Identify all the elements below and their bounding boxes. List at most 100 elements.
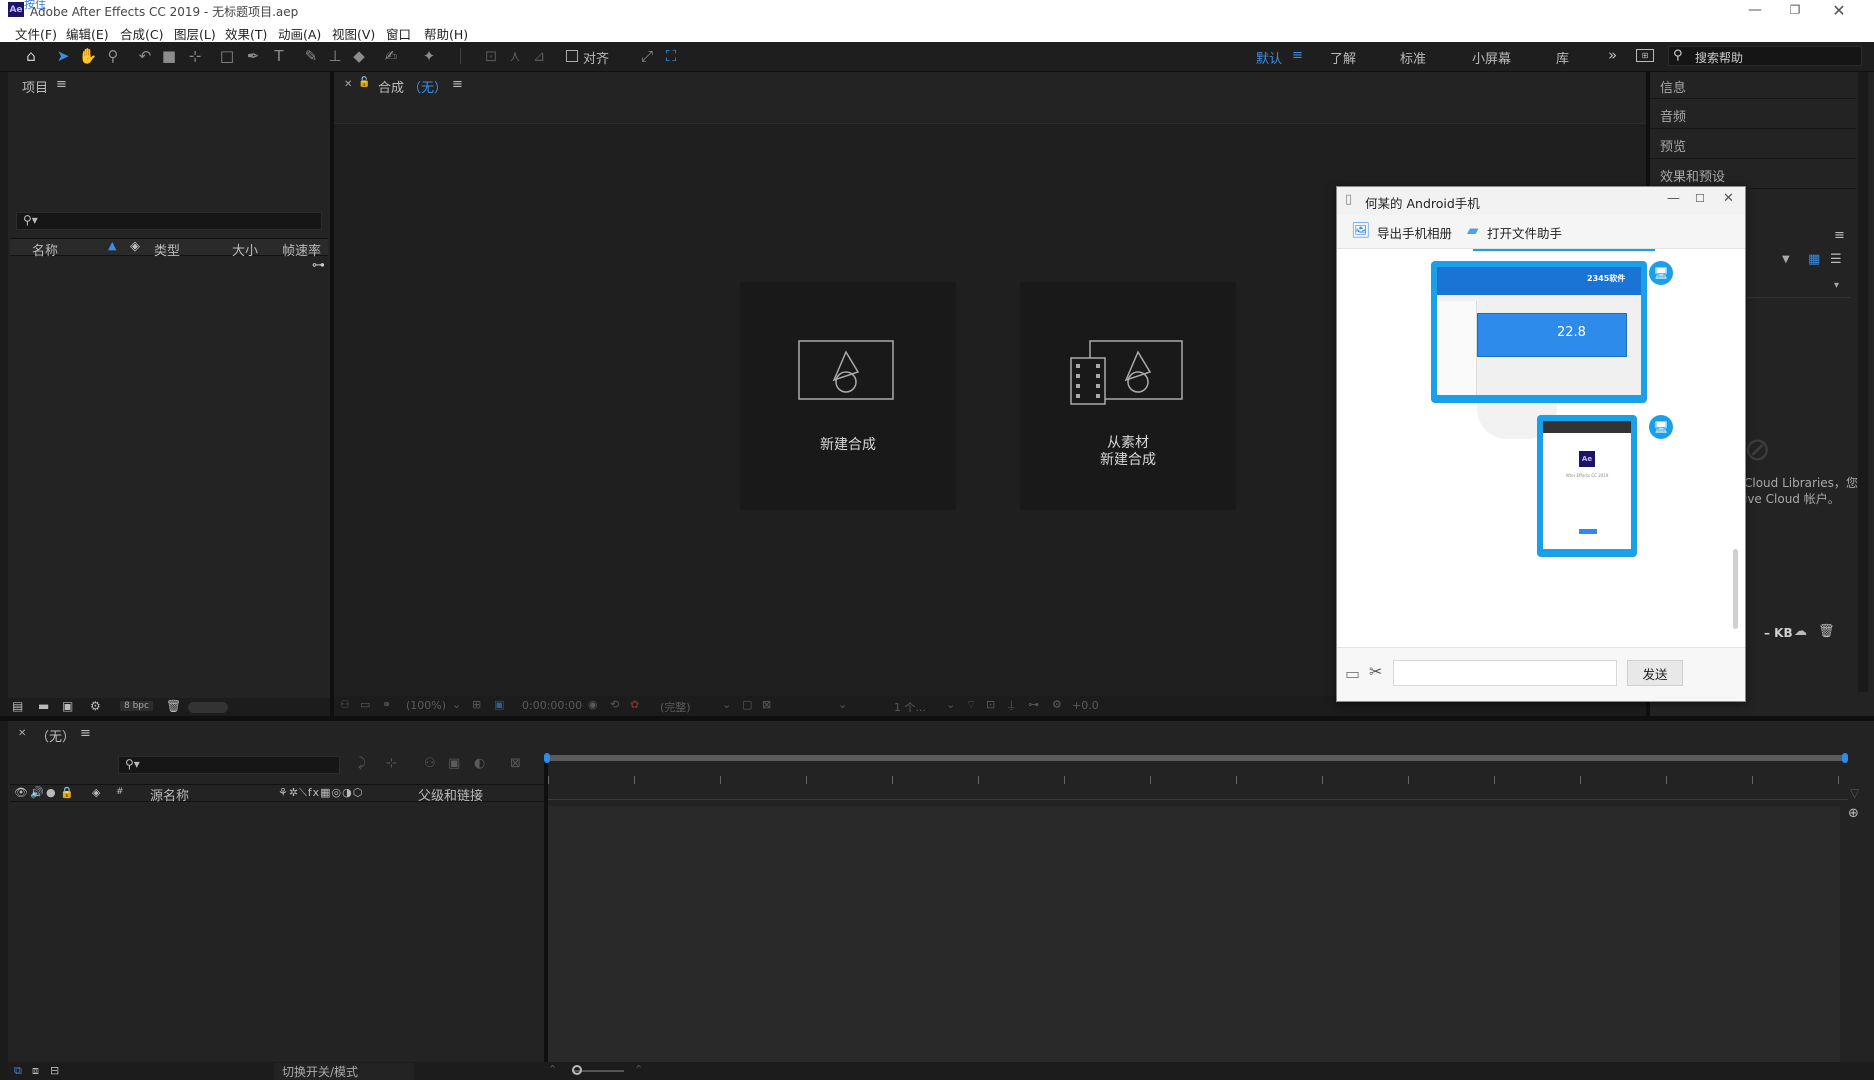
popup-minimize-icon[interactable]: —: [1667, 191, 1680, 206]
transparency-grid-icon[interactable]: ⊠: [762, 698, 771, 711]
chat-scrollbar[interactable]: [1733, 549, 1738, 629]
snapshot-icon[interactable]: ◉: [588, 698, 598, 711]
bit-depth-button[interactable]: 8 bpc: [120, 701, 153, 711]
lock-icon[interactable]: 🔓: [358, 77, 370, 88]
send-button[interactable]: 发送: [1627, 660, 1683, 686]
thumbnail-slider[interactable]: [188, 702, 228, 713]
safe-margins-icon[interactable]: ⊞: [472, 698, 481, 711]
screenshot-message-1[interactable]: 2345软件 22.8: [1431, 261, 1647, 403]
menu-effect[interactable]: 效果(T): [225, 24, 267, 43]
roto-brush-tool-icon[interactable]: ✍: [382, 46, 400, 66]
send-file-icon[interactable]: ▭: [1345, 664, 1360, 683]
label-column-icon[interactable]: ◈: [92, 786, 100, 799]
exposure-icon[interactable]: ⚙: [1052, 698, 1062, 711]
hand-tool-icon[interactable]: ✋: [79, 46, 98, 66]
timeline-link-icon[interactable]: ⍊: [1008, 698, 1015, 712]
menu-window[interactable]: 窗口: [386, 24, 411, 43]
navigator-end-handle[interactable]: [1842, 753, 1848, 763]
current-time-display[interactable]: 0:00:00:00: [522, 699, 582, 712]
composition-tab-value[interactable]: （无）: [408, 77, 447, 96]
frame-blending-icon[interactable]: ▣: [448, 756, 460, 771]
views-dropdown-icon[interactable]: ⌄: [946, 698, 955, 711]
eraser-tool-icon[interactable]: ◆: [350, 46, 368, 66]
resolution-dropdown-icon[interactable]: ⌄: [722, 698, 731, 711]
menu-animation[interactable]: 动画(A): [278, 24, 321, 43]
source-name-column[interactable]: 源名称: [150, 785, 189, 804]
camera-tool-icon[interactable]: ■: [160, 46, 178, 66]
toggle-switches-modes[interactable]: 切换开关/模式: [274, 1063, 414, 1080]
restore-icon[interactable]: ❐: [1780, 0, 1810, 20]
screenshot-scissors-icon[interactable]: ✂: [1369, 662, 1382, 681]
timeline-zoom-thumb[interactable]: [572, 1065, 582, 1075]
draft-3d-icon[interactable]: ⌔: [966, 698, 976, 712]
flowchart-icon[interactable]: ⊶: [312, 258, 325, 273]
pan-behind-tool-icon[interactable]: ⊹: [186, 46, 204, 66]
zoom-out-icon[interactable]: ⌃: [548, 1063, 557, 1076]
switches-column-icons[interactable]: ⚘✲⟍fx▦◎◑⬡: [278, 786, 363, 800]
column-size[interactable]: 大小: [232, 240, 258, 259]
magnification-select[interactable]: (100%): [406, 699, 446, 712]
snap-grid-icon[interactable]: ⛶: [662, 46, 680, 66]
grid-view-icon[interactable]: ▦: [1808, 252, 1820, 267]
list-view-icon[interactable]: ☰: [1830, 252, 1842, 267]
monitor-icon[interactable]: ▭: [360, 698, 370, 711]
interpret-footage-icon[interactable]: ▤: [12, 699, 23, 713]
workspace-small-screen[interactable]: 小屏幕: [1472, 48, 1511, 67]
shy-layers-icon[interactable]: ⚇: [424, 756, 436, 771]
open-folder-icon[interactable]: ▰: [1467, 221, 1479, 239]
info-panel-tab[interactable]: 信息: [1660, 77, 1686, 96]
message-input[interactable]: [1393, 660, 1617, 686]
in-out-icon[interactable]: ⊟: [50, 1064, 59, 1077]
workspace-default[interactable]: 默认: [1256, 48, 1282, 67]
workspace-default-menu-icon[interactable]: ≡: [1292, 48, 1303, 63]
zoom-dropdown-icon[interactable]: ⌄: [452, 698, 461, 711]
menu-help[interactable]: 帮助(H): [424, 24, 468, 43]
audio-panel-tab[interactable]: 音频: [1660, 106, 1686, 125]
timeline-zoom-icon[interactable]: ▽: [1850, 786, 1859, 800]
library-trash-icon[interactable]: 🗑: [1818, 624, 1835, 639]
right-panel-scrollbar[interactable]: [1858, 72, 1868, 692]
show-snapshot-icon[interactable]: ⟲: [610, 698, 619, 711]
effects-presets-tab[interactable]: 效果和预设: [1660, 166, 1725, 185]
zoom-in-icon[interactable]: ⌃: [634, 1063, 643, 1076]
view-axis-icon[interactable]: ⊿: [530, 46, 548, 66]
popup-close-icon[interactable]: ✕: [1723, 191, 1734, 206]
close-timeline-tab-icon[interactable]: ✕: [18, 728, 26, 739]
camera-view-select[interactable]: ⌄: [838, 698, 847, 711]
project-panel-menu-icon[interactable]: ≡: [56, 77, 67, 92]
time-ruler[interactable]: [548, 776, 1848, 800]
timeline-panel-menu-icon[interactable]: ≡: [80, 726, 91, 741]
zoom-tool-icon[interactable]: ⚲: [104, 46, 122, 66]
export-album-button[interactable]: 导出手机相册: [1377, 223, 1452, 242]
workspace-standard[interactable]: 标准: [1400, 48, 1426, 67]
library-dropdown-icon[interactable]: ▼: [1782, 254, 1790, 265]
views-select[interactable]: 1 个...: [894, 699, 926, 715]
local-axis-icon[interactable]: ⊡: [482, 46, 500, 66]
type-tool-icon[interactable]: T: [270, 46, 288, 66]
comp-mini-flowchart-icon[interactable]: ⤸: [358, 756, 366, 771]
column-name[interactable]: 名称: [32, 240, 58, 259]
snap-options-icon[interactable]: ⤢: [638, 46, 656, 66]
new-folder-icon[interactable]: ▬: [38, 699, 49, 713]
solo-toggle-icon[interactable]: ●: [46, 786, 56, 799]
home-icon[interactable]: ⌂: [22, 46, 40, 66]
region-icon[interactable]: ▣: [494, 698, 504, 711]
minimize-icon[interactable]: —: [1740, 0, 1770, 20]
menu-file[interactable]: 文件(F): [15, 24, 57, 43]
comp-button-icon[interactable]: ⊕: [1848, 806, 1859, 821]
time-navigator[interactable]: [548, 755, 1848, 761]
fast-preview-icon[interactable]: ▢: [742, 698, 752, 711]
workspace-library[interactable]: 库: [1556, 48, 1569, 67]
project-search-input[interactable]: ⚲▾: [16, 212, 322, 230]
motion-blur-icon[interactable]: ◐: [474, 756, 485, 771]
composition-tab-label[interactable]: 合成: [378, 77, 404, 96]
vr-icon[interactable]: ⚭: [382, 698, 391, 711]
snap-checkbox[interactable]: [566, 50, 578, 62]
color-channel-icon[interactable]: ✿: [630, 698, 639, 711]
export-album-icon[interactable]: 🖼: [1351, 221, 1370, 239]
close-comp-tab-icon[interactable]: ✕: [344, 79, 352, 90]
selection-tool-icon[interactable]: ➤: [54, 46, 72, 66]
open-file-helper-button[interactable]: 打开文件助手: [1487, 223, 1562, 242]
video-toggle-icon[interactable]: 👁: [14, 786, 28, 799]
screenshot-message-2[interactable]: Ae After Effects CC 2019: [1537, 415, 1637, 557]
